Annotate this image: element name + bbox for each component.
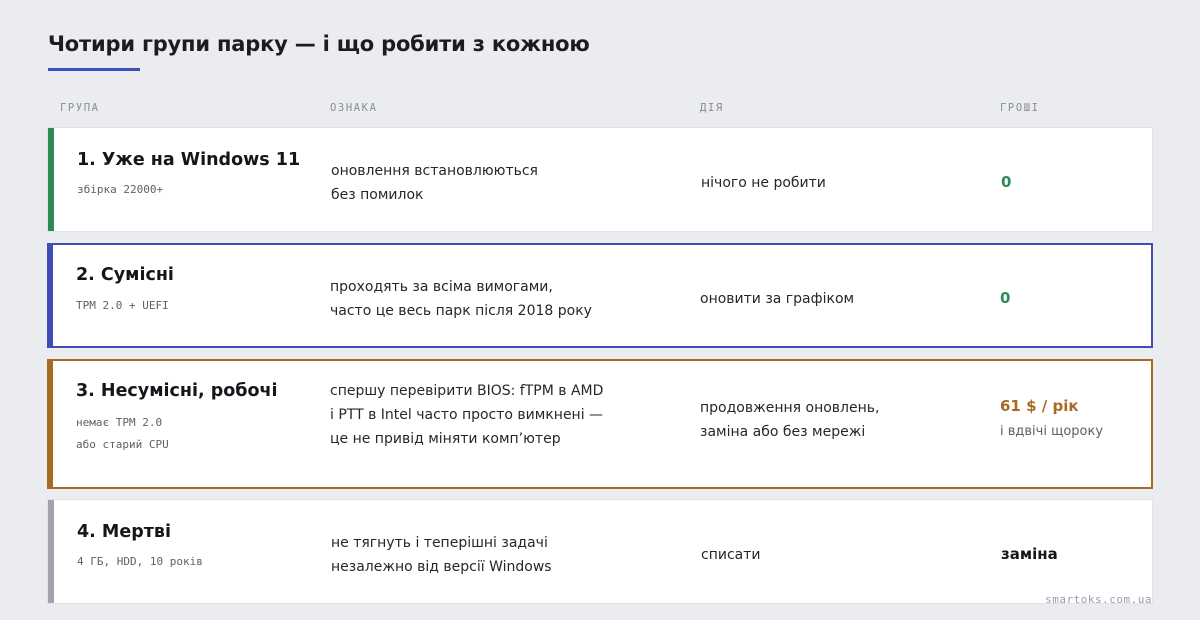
group-action: нічого не робити [701, 171, 826, 195]
table-row-group-1: 1. Уже на Windows 11 збірка 22000+ оновл… [47, 127, 1153, 232]
group-subtitle: немає TPM 2.0 або старий CPU [76, 412, 169, 456]
group-name: 2. Сумісні [76, 265, 174, 285]
table-row-group-2: 2. Сумісні TPM 2.0 + UEFI проходять за в… [47, 243, 1153, 348]
column-header-sign: ОЗНАКА [330, 102, 378, 114]
sign-line: проходять за всіма вимогами, [330, 279, 553, 295]
footer-site-link[interactable]: smartoks.com.ua [1045, 593, 1152, 606]
sign-line: без помилок [331, 187, 424, 203]
column-header-group: ГРУПА [60, 102, 100, 114]
group-subtitle: TPM 2.0 + UEFI [76, 295, 169, 317]
group-money: 0 [1001, 173, 1012, 191]
group-money: заміна [1001, 545, 1058, 563]
group-subtitle: збірка 22000+ [77, 179, 163, 201]
group-sign: не тягнуть і теперішні задачі незалежно … [331, 531, 552, 579]
column-header-action: ДІЯ [700, 102, 724, 114]
row-accent-bar [47, 243, 53, 348]
column-header-money: ГРОШІ [1000, 102, 1040, 114]
subtitle-line: збірка 22000+ [77, 183, 164, 196]
subtitle-line: немає TPM 2.0 [76, 416, 163, 429]
group-subtitle: 4 ГБ, HDD, 10 років [77, 551, 203, 573]
sign-line: це не привід міняти комп’ютер [330, 431, 561, 447]
group-sign: оновлення встановлюються без помилок [331, 159, 538, 207]
row-accent-bar [47, 359, 53, 489]
table-row-group-4: 4. Мертві 4 ГБ, HDD, 10 років не тягнуть… [47, 499, 1153, 604]
group-money-note: і вдвічі щороку [1000, 424, 1104, 439]
sign-line: незалежно від версії Windows [331, 559, 552, 575]
group-sign: проходять за всіма вимогами, часто це ве… [330, 275, 592, 323]
group-name: 3. Несумісні, робочі [76, 381, 278, 401]
row-accent-bar [48, 128, 54, 231]
group-action: продовження оновлень, заміна або без мер… [700, 396, 879, 444]
group-money: 61 $ / рік [1000, 397, 1079, 415]
row-accent-bar [48, 500, 54, 603]
action-line: заміна або без мережі [700, 424, 866, 440]
action-line: списати [701, 547, 761, 563]
group-action: списати [701, 543, 760, 567]
group-action: оновити за графіком [700, 287, 854, 311]
subtitle-line: або старий CPU [76, 438, 169, 451]
action-line: оновити за графіком [700, 291, 855, 307]
group-name: 4. Мертві [77, 522, 171, 542]
group-sign: спершу перевірити BIOS: fTPM в AMD і PTT… [330, 379, 603, 451]
sign-line: часто це весь парк після 2018 року [330, 303, 592, 319]
action-line: продовження оновлень, [700, 400, 880, 416]
page-title: Чотири групи парку — і що робити з кожно… [48, 32, 590, 56]
subtitle-line: TPM 2.0 + UEFI [76, 299, 169, 312]
sign-line: спершу перевірити BIOS: fTPM в AMD [330, 383, 604, 399]
table-row-group-3: 3. Несумісні, робочі немає TPM 2.0 або с… [47, 359, 1153, 489]
sign-line: оновлення встановлюються [331, 163, 538, 179]
action-line: нічого не робити [701, 175, 826, 191]
sign-line: не тягнуть і теперішні задачі [331, 535, 548, 551]
sign-line: і PTT в Intel часто просто вимкнені — [330, 407, 604, 423]
title-underline [48, 68, 140, 71]
subtitle-line: 4 ГБ, HDD, 10 років [77, 555, 203, 568]
group-money: 0 [1000, 289, 1011, 307]
group-name: 1. Уже на Windows 11 [77, 150, 301, 170]
